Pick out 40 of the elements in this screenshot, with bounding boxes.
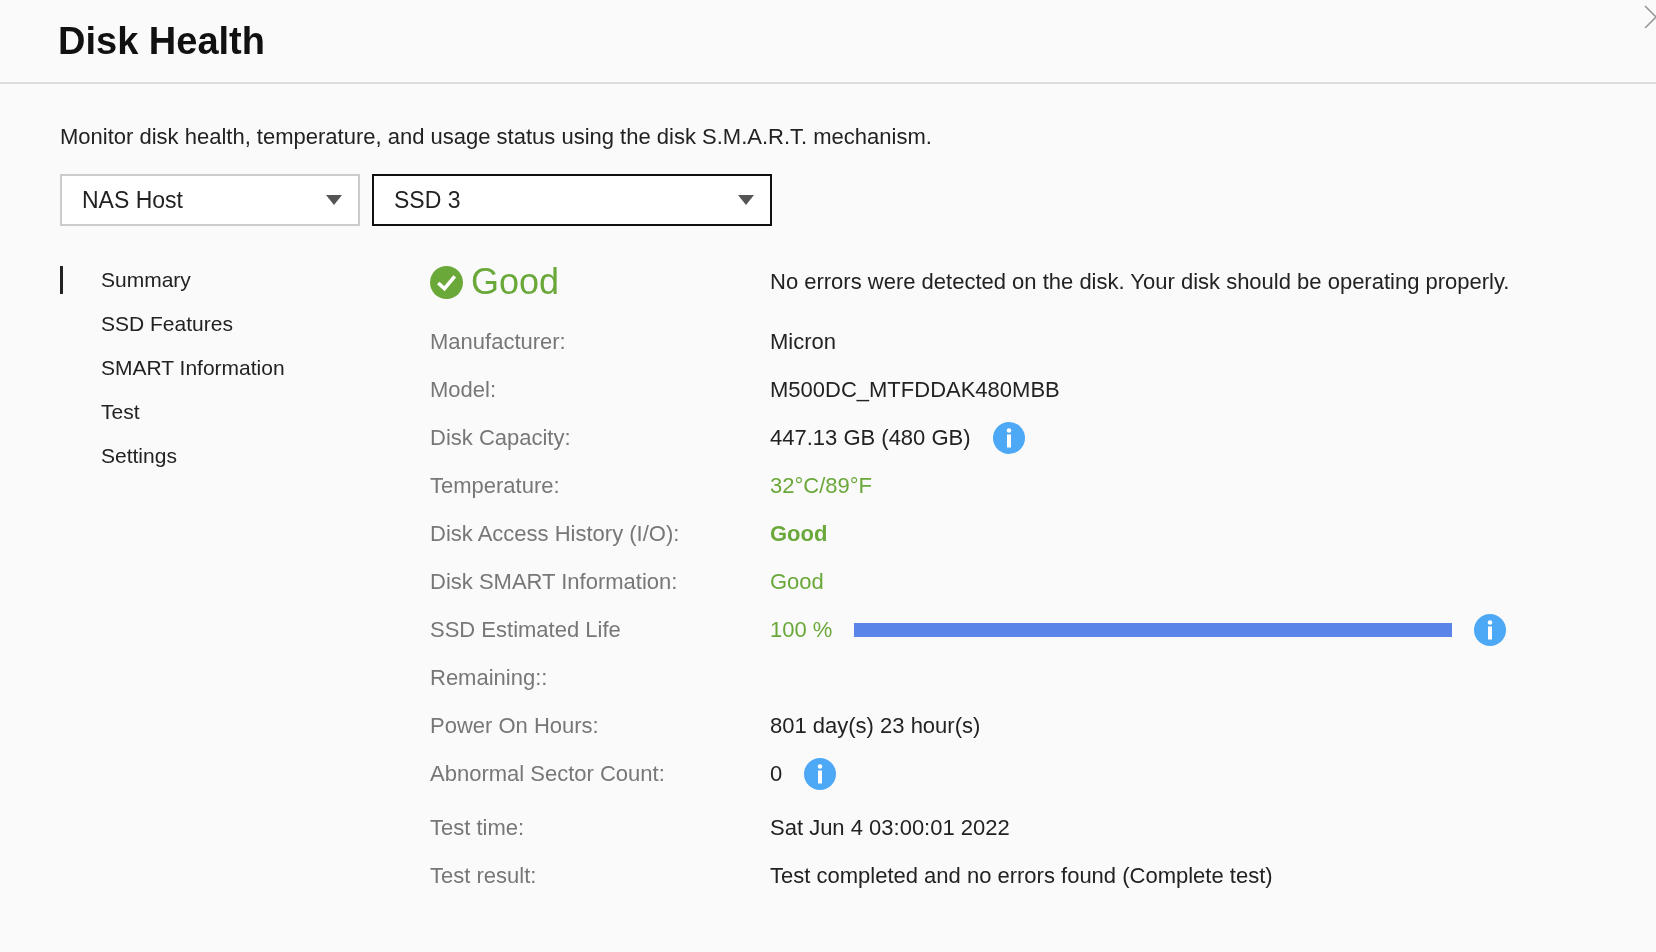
sidebar-item[interactable]: SMART Information <box>60 354 285 382</box>
close-icon[interactable] <box>1644 4 1656 28</box>
field-value: Good <box>770 520 828 548</box>
sidebar-item[interactable]: Settings <box>60 442 177 470</box>
sidebar-item[interactable]: SSD Features <box>60 310 233 338</box>
field-label: Disk Access History (I/O): <box>430 520 680 548</box>
info-icon[interactable] <box>992 422 1025 454</box>
field-value: 801 day(s) 23 hour(s) <box>770 712 981 740</box>
info-icon[interactable] <box>804 758 837 790</box>
dropdown[interactable]: SSD 3 <box>372 174 772 226</box>
field-label: Power On Hours: <box>430 712 599 740</box>
dropdown[interactable]: NAS Host <box>60 174 360 226</box>
sidebar-item[interactable]: Test <box>60 398 140 426</box>
field-label: Disk Capacity: <box>430 424 571 452</box>
field-label: Manufacturer: <box>430 328 566 356</box>
field-label: Test time: <box>430 814 525 842</box>
field-label: Test result: <box>430 862 537 890</box>
status-message: No errors were detected on the disk. Your disk should be operating properly. <box>770 268 1510 296</box>
field-value: 447.13 GB (480 GB) <box>770 424 971 452</box>
field-value: Sat Jun 4 03:00:01 2022 <box>770 814 1010 842</box>
field-value: Test completed and no errors found (Complete test) <box>770 862 1273 890</box>
description-text: Monitor disk health, temperature, and usage status using the disk S.M.A.R.T. mechanism. <box>60 124 933 150</box>
status-label: Good <box>471 262 560 302</box>
field-value: Good <box>770 568 824 596</box>
field-label: SSD Estimated Life Remaining:: <box>430 616 622 692</box>
sidebar-item[interactable]: Summary <box>60 266 191 294</box>
caret-icon <box>326 195 342 205</box>
check-circle-icon <box>430 265 463 299</box>
field-label: Abnormal Sector Count: <box>430 760 665 788</box>
field-value: Micron <box>770 328 836 356</box>
window-title: Disk Health <box>58 19 265 63</box>
field-label: Disk SMART Information: <box>430 568 678 596</box>
field-value: 0 <box>770 760 783 788</box>
field-value: 32°C/89°F <box>770 472 872 500</box>
info-icon[interactable] <box>1474 614 1507 646</box>
field-label: Temperature: <box>430 472 560 500</box>
field-label: Model: <box>430 376 497 404</box>
caret-icon <box>738 195 754 205</box>
field-value: M500DC_MTFDDAK480MBB <box>770 376 1060 404</box>
field-value: 100 % <box>770 616 833 644</box>
